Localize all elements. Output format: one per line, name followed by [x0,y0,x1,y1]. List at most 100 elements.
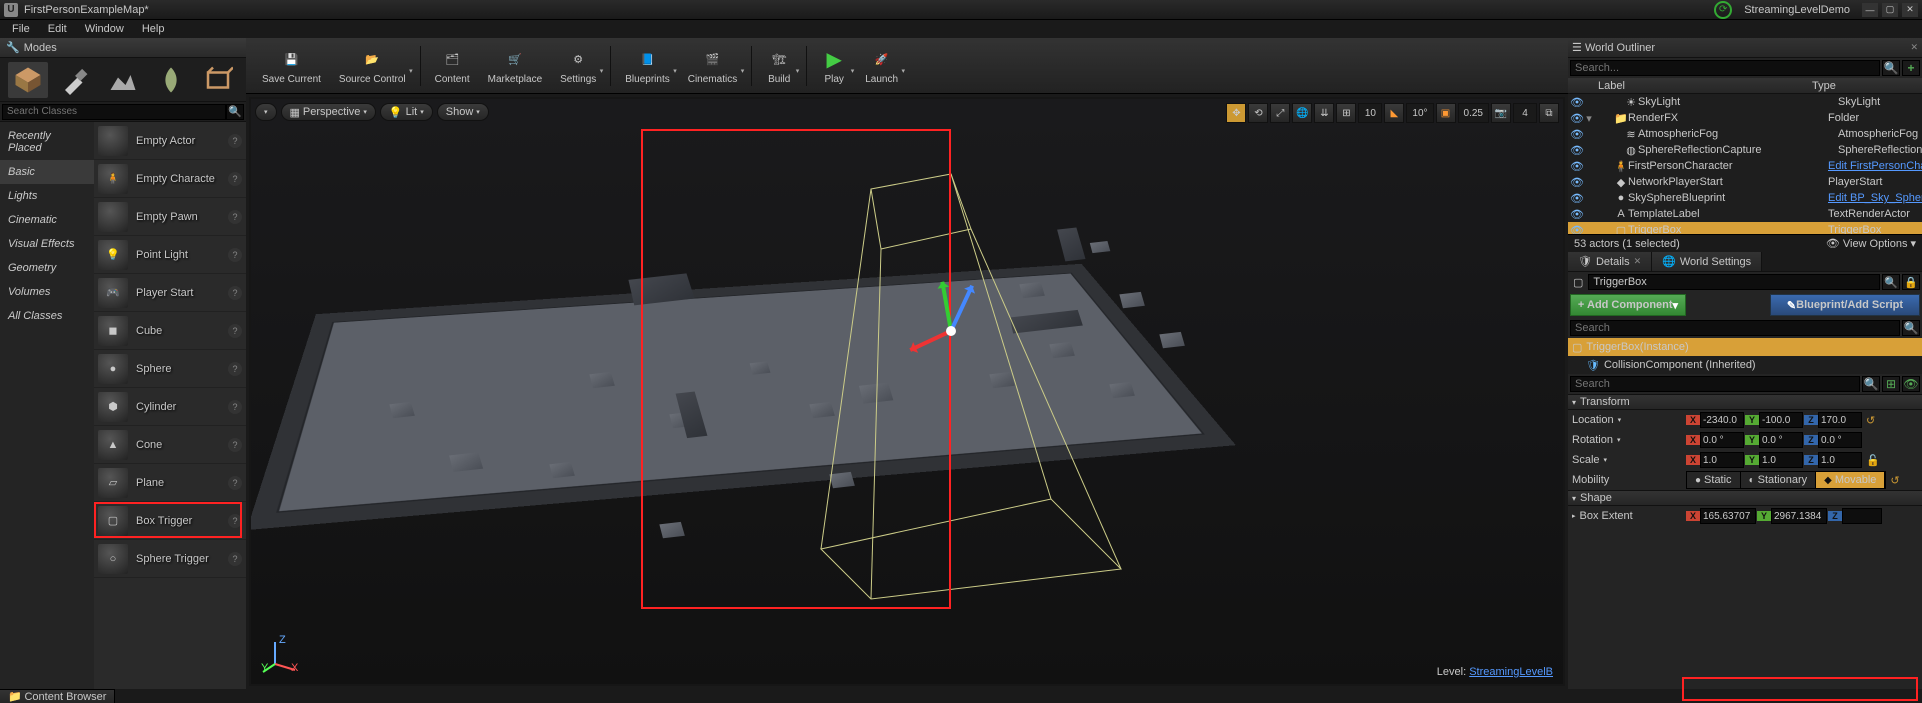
tb-content[interactable]: 🗂Content [427,41,478,91]
mobility-toggle[interactable]: ● Static ◐ Stationary ◆ Movable [1686,471,1886,489]
mode-paint-icon[interactable] [55,62,95,98]
scale-z[interactable] [1818,452,1862,468]
content-browser-tab[interactable]: 📁 Content Browser [0,689,115,703]
visibility-icon[interactable]: 👁 [1570,144,1584,157]
angle-snap-value[interactable]: 10° [1406,103,1433,123]
lock-scale-icon[interactable]: 🔓 [1866,454,1880,467]
tb-source-control[interactable]: 📂Source Control▾ [331,41,414,91]
mode-landscape-icon[interactable] [103,62,143,98]
reset-icon[interactable]: ↺ [1890,474,1899,487]
mobility-stationary[interactable]: ◐ Stationary [1741,472,1817,488]
actor-player-start[interactable]: 🎮Player Start? [94,274,246,312]
rotation-x[interactable] [1700,432,1744,448]
browse-icon[interactable]: 🔍 [1882,274,1900,290]
outliner-row[interactable]: 👁◆NetworkPlayerStartPlayerStart [1568,174,1922,190]
component-row[interactable]: 🛡CollisionComponent (Inherited) [1568,356,1922,374]
component-search-input[interactable] [1570,320,1900,336]
cat-visual-effects[interactable]: Visual Effects [0,232,94,256]
reset-icon[interactable]: ↺ [1866,414,1875,427]
actor-cone[interactable]: ▲Cone? [94,426,246,464]
outliner-header[interactable]: Label Type [1568,78,1922,94]
help-icon[interactable]: ? [228,438,242,452]
source-control-status-icon[interactable]: ⟳ [1714,1,1732,19]
actor-name-input[interactable] [1588,274,1880,290]
outliner-row[interactable]: 👁ATemplateLabelTextRenderActor [1568,206,1922,222]
help-icon[interactable]: ? [228,476,242,490]
rotation-y[interactable] [1759,432,1803,448]
outliner-col-label[interactable]: Label [1568,80,1808,92]
details-search-input[interactable] [1570,376,1860,392]
visibility-icon[interactable]: 👁 [1570,160,1584,173]
cat-lights[interactable]: Lights [0,184,94,208]
extent-y[interactable] [1771,508,1827,524]
camera-speed-icon[interactable]: 📷 [1491,103,1511,123]
view-options-button[interactable]: 👁 View Options ▾ [1826,237,1916,250]
perspective-button[interactable]: ▦Perspective▾ [281,103,376,121]
eye-icon[interactable]: 👁 [1902,376,1920,392]
modes-tab[interactable]: 🔧 Modes [0,38,246,58]
visibility-icon[interactable]: 👁 [1570,112,1584,125]
visibility-icon[interactable]: 👁 [1570,96,1584,109]
transform-header[interactable]: Transform [1568,394,1922,410]
search-icon[interactable]: 🔍 [1882,60,1900,76]
outliner-row[interactable]: 👁🧍FirstPersonCharacterEdit FirstPersonCh… [1568,158,1922,174]
tb-save[interactable]: 💾Save Current [254,41,329,91]
tab-world-settings[interactable]: 🌐World Settings [1652,252,1762,271]
menu-edit[interactable]: Edit [40,21,75,37]
surface-snap-icon[interactable]: ⇊ [1314,103,1334,123]
search-icon[interactable]: 🔍 [1902,320,1920,336]
location-x[interactable] [1700,412,1744,428]
viewport-options-button[interactable]: ▾ [255,103,277,121]
outliner-row[interactable]: 👁≋AtmosphericFogAtmosphericFog [1568,126,1922,142]
visibility-icon[interactable]: 👁 [1570,176,1584,189]
window-maximize-icon[interactable]: ▢ [1882,3,1898,17]
menu-window[interactable]: Window [77,21,132,37]
outliner-col-type[interactable]: Type [1808,80,1922,92]
camera-speed-value[interactable]: 4 [1513,103,1537,123]
cat-geometry[interactable]: Geometry [0,256,94,280]
help-icon[interactable]: ? [228,362,242,376]
outliner-row[interactable]: 👁●SkySphereBlueprintEdit BP_Sky_Sphere [1568,190,1922,206]
mode-geometry-icon[interactable] [198,62,238,98]
scale-y[interactable] [1759,452,1803,468]
scale-snap-icon[interactable]: ▣ [1436,103,1456,123]
visibility-icon[interactable]: 👁 [1570,224,1584,235]
grid-snap-icon[interactable]: ⊞ [1336,103,1356,123]
actor-cube[interactable]: ◼Cube? [94,312,246,350]
outliner-row[interactable]: 👁☀SkyLightSkyLight [1568,94,1922,110]
outliner-search-input[interactable] [1570,60,1880,76]
visibility-icon[interactable]: 👁 [1570,128,1584,141]
lit-button[interactable]: 💡Lit▾ [380,103,433,121]
actor-empty-actor[interactable]: Empty Actor? [94,122,246,160]
transform-scale-icon[interactable]: ⤢ [1270,103,1290,123]
window-close-icon[interactable]: ✕ [1902,3,1918,17]
outliner-row[interactable]: 👁◍SphereReflectionCaptureSphereReflectio… [1568,142,1922,158]
scale-snap-value[interactable]: 0.25 [1458,103,1489,123]
modes-search-input[interactable] [2,104,226,120]
cat-all-classes[interactable]: All Classes [0,304,94,328]
help-icon[interactable]: ? [228,210,242,224]
grid-snap-value[interactable]: 10 [1358,103,1382,123]
level-link[interactable]: StreamingLevelB [1469,666,1553,678]
shape-header[interactable]: Shape [1568,490,1922,506]
tb-cinematics[interactable]: 🎬Cinematics▾ [680,41,745,91]
help-icon[interactable]: ? [228,172,242,186]
window-minimize-icon[interactable]: — [1862,3,1878,17]
search-icon[interactable]: 🔍 [1862,376,1880,392]
transform-rotate-icon[interactable]: ⟲ [1248,103,1268,123]
mode-place-icon[interactable] [8,62,48,98]
property-matrix-icon[interactable]: ⊞ [1882,376,1900,392]
location-y[interactable] [1759,412,1803,428]
maximize-viewport-icon[interactable]: ⧉ [1539,103,1559,123]
tb-settings[interactable]: ⚙Settings▾ [552,41,604,91]
tb-marketplace[interactable]: 🛒Marketplace [480,41,550,91]
add-filter-icon[interactable]: + [1902,60,1920,76]
help-icon[interactable]: ? [228,552,242,566]
cat-basic[interactable]: Basic [0,160,94,184]
actor-sphere[interactable]: ●Sphere? [94,350,246,388]
close-icon[interactable]: ✕ [1634,256,1642,267]
help-icon[interactable]: ? [228,324,242,338]
lock-icon[interactable]: 🔒 [1902,274,1920,290]
scale-x[interactable] [1700,452,1744,468]
cat-volumes[interactable]: Volumes [0,280,94,304]
